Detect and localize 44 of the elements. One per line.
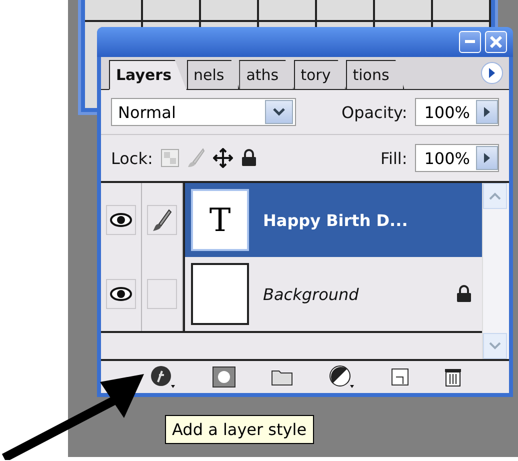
minimize-icon bbox=[465, 40, 475, 44]
visibility-toggle[interactable] bbox=[106, 205, 136, 235]
chevron-up-icon bbox=[489, 192, 501, 200]
panel-tab[interactable]: Layers bbox=[109, 60, 186, 90]
visibility-toggle[interactable] bbox=[106, 279, 136, 309]
close-button[interactable] bbox=[485, 31, 507, 53]
panel-tab[interactable]: tions bbox=[346, 60, 404, 89]
opacity-field[interactable]: 100% bbox=[415, 98, 499, 126]
lock-icon bbox=[456, 285, 472, 303]
panel-tab[interactable]: tory bbox=[294, 60, 346, 89]
close-icon bbox=[490, 36, 502, 48]
eye-icon bbox=[110, 213, 132, 227]
edit-toggle[interactable] bbox=[147, 205, 177, 235]
new-layer-button[interactable] bbox=[390, 368, 408, 386]
lock-label: Lock: bbox=[111, 148, 153, 168]
chevron-down-icon bbox=[489, 342, 501, 350]
trash-button[interactable] bbox=[444, 367, 462, 387]
folder-button[interactable] bbox=[270, 368, 292, 386]
eye-icon bbox=[110, 287, 132, 301]
panel-tab[interactable]: aths bbox=[239, 60, 294, 89]
layer-row[interactable]: Background bbox=[101, 257, 482, 331]
paintbrush-icon bbox=[152, 208, 172, 232]
opacity-label: Opacity: bbox=[341, 102, 408, 122]
layer-style-button[interactable] bbox=[148, 365, 176, 389]
triangle-icon bbox=[483, 107, 491, 117]
fill-field[interactable]: 100% bbox=[415, 144, 499, 172]
tooltip: Add a layer style bbox=[165, 415, 314, 444]
triangle-icon bbox=[488, 68, 496, 78]
layer-thumbnail: T bbox=[191, 189, 249, 251]
chevron-down-icon bbox=[273, 108, 285, 116]
mask-button[interactable] bbox=[212, 366, 236, 388]
fill-label: Fill: bbox=[380, 148, 408, 168]
edit-toggle[interactable] bbox=[147, 279, 177, 309]
blend-mode-dropdown[interactable]: Normal bbox=[111, 98, 296, 126]
adjustment-button[interactable] bbox=[328, 365, 356, 389]
layer-name: Background bbox=[263, 284, 360, 304]
panel-menu-button[interactable] bbox=[481, 62, 503, 84]
minimize-button[interactable] bbox=[459, 31, 481, 53]
layer-thumbnail bbox=[191, 263, 249, 325]
move-icon[interactable] bbox=[212, 148, 233, 168]
triangle-icon bbox=[483, 153, 491, 163]
panel-tab[interactable]: nels bbox=[186, 60, 240, 89]
lock-icon bbox=[240, 149, 257, 167]
layer-name: Happy Birth D... bbox=[263, 210, 409, 230]
